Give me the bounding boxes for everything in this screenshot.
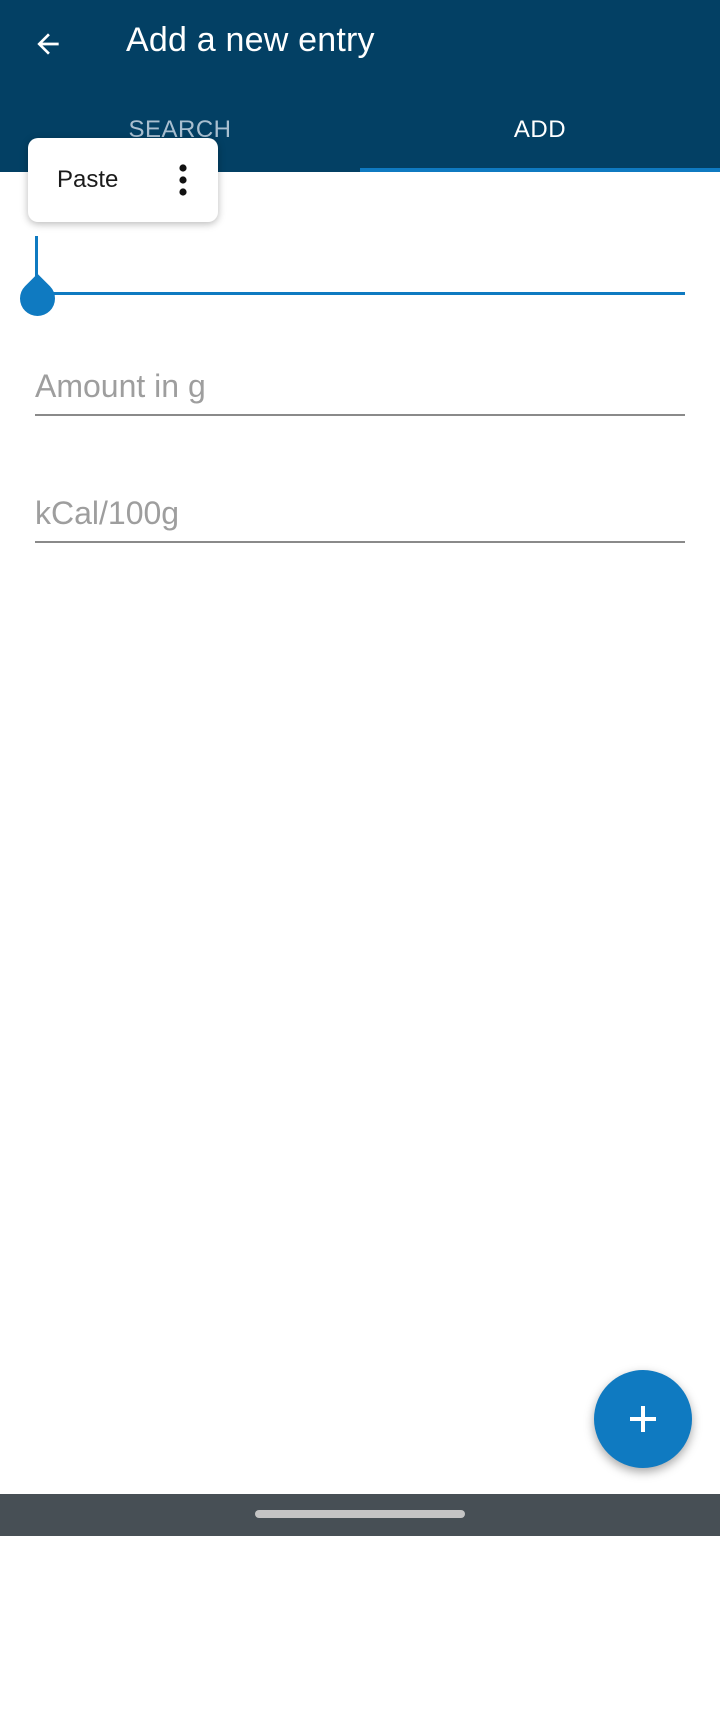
tab-add[interactable]: ADD bbox=[360, 88, 720, 172]
system-nav-bar bbox=[0, 1494, 720, 1536]
name-input[interactable] bbox=[35, 236, 685, 292]
amount-underline bbox=[35, 414, 685, 416]
tab-add-label: ADD bbox=[513, 116, 567, 143]
text-selection-menu: Paste bbox=[28, 138, 218, 222]
amount-input[interactable] bbox=[35, 358, 685, 414]
amount-field[interactable] bbox=[35, 358, 685, 416]
more-options-button[interactable] bbox=[158, 150, 208, 210]
kcal-field[interactable] bbox=[35, 485, 685, 543]
back-button[interactable] bbox=[20, 16, 76, 72]
kcal-underline bbox=[35, 541, 685, 543]
blank-area bbox=[0, 1536, 720, 1712]
kcal-input[interactable] bbox=[35, 485, 685, 541]
plus-icon bbox=[630, 1406, 656, 1432]
more-vertical-icon bbox=[179, 164, 187, 196]
home-indicator[interactable] bbox=[255, 1510, 465, 1518]
arrow-back-icon bbox=[37, 33, 59, 55]
name-field[interactable] bbox=[35, 236, 685, 295]
app-bar: Add a new entry bbox=[0, 0, 720, 88]
add-entry-form bbox=[0, 172, 720, 1494]
page-title: Add a new entry bbox=[126, 21, 375, 59]
name-underline bbox=[35, 292, 685, 295]
add-button[interactable] bbox=[594, 1370, 692, 1468]
paste-button[interactable]: Paste bbox=[28, 166, 158, 194]
